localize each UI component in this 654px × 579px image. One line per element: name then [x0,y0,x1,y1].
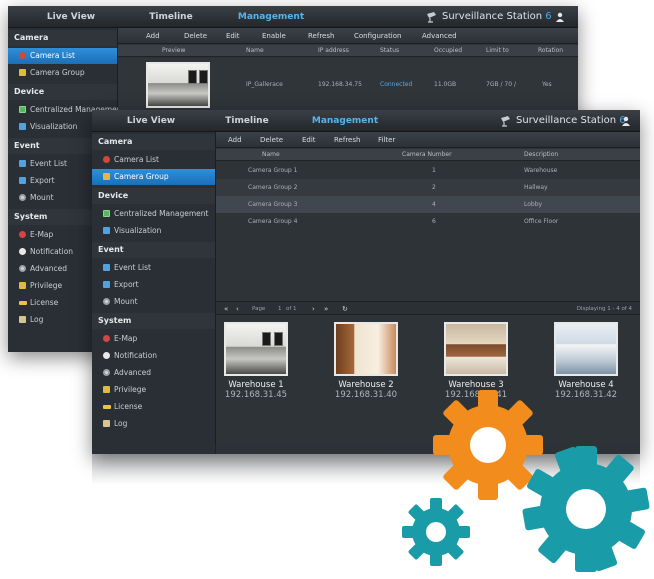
gears-illustration [402,390,650,572]
gear-icon [402,498,470,566]
gear-icon [433,390,543,500]
screenshot-stage: Live View Timeline Management Surveillan… [0,0,654,579]
gear-icon [522,446,650,572]
